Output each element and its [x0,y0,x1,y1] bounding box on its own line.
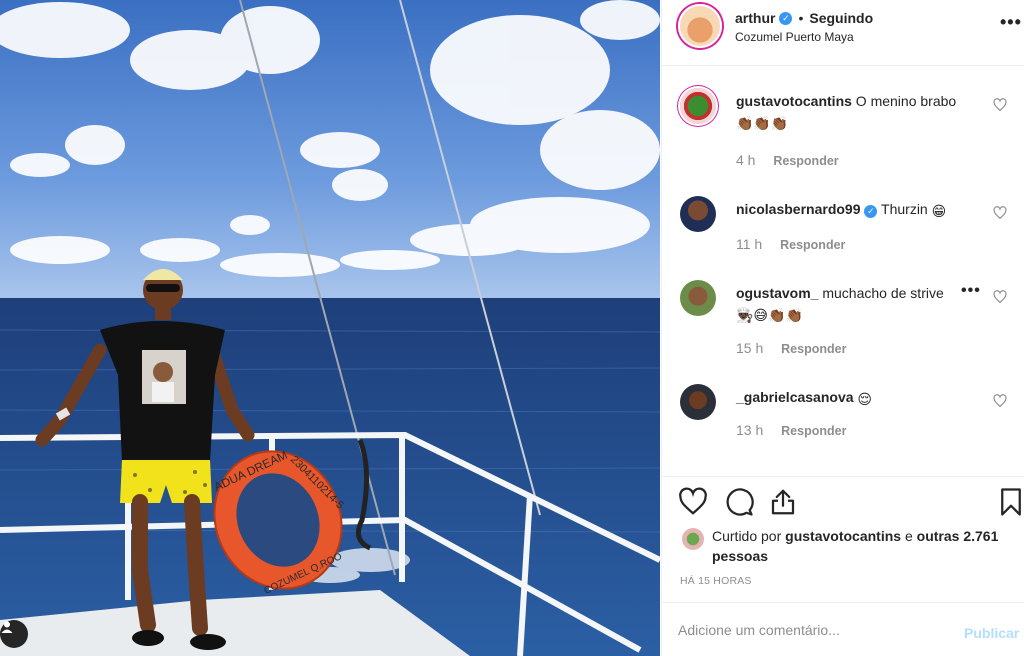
likes-text: Curtido por gustavotocantins e outras 2.… [712,526,1012,566]
comment-meta: 11 h Responder [736,236,845,252]
person-icon [1,621,13,633]
post-sidebar: arthur ✓ • Seguindo Cozumel Puerto Maya … [661,0,1024,656]
comment-username[interactable]: gustavotocantins [736,93,852,109]
comment-composer: Publicar [662,602,1024,656]
comment-body: O menino brabo [855,93,957,109]
comment-body: Thurzin [881,201,928,217]
like-comment-heart-icon[interactable] [993,98,1007,112]
publish-button[interactable]: Publicar [964,625,1019,641]
comments-list[interactable]: gustavotocantins O menino brabo 👏🏾👏🏾👏🏾 4 … [662,66,1024,476]
more-dots-icon[interactable]: ••• [1000,12,1022,33]
author-avatar[interactable] [678,4,722,48]
share-icon[interactable] [768,487,798,517]
follow-status-button[interactable]: Seguindo [809,10,873,26]
post-timestamp[interactable]: HÁ 15 HORAS [680,575,752,587]
comment-time[interactable]: 15 h [736,340,763,356]
comment-bubble-icon[interactable] [724,487,754,517]
author-line: arthur ✓ • Seguindo [735,10,873,26]
comment-username[interactable]: ogustavom_ [736,285,818,301]
comment-text: nicolasbernardo99 ✓ Thurzin 😁 [736,199,986,221]
comment-meta: 4 h Responder [736,152,839,168]
comment-emojis: 😁 [931,203,947,219]
like-heart-icon[interactable] [678,487,708,517]
comment-text: ogustavom_ muchacho de strive 👨🏿‍🍳😅👏🏾👏🏾 [736,283,956,325]
comment-time[interactable]: 4 h [736,152,755,168]
commenter-avatar[interactable] [680,384,716,420]
post-actions-bar [662,476,1024,526]
comment-emojis: 😌 [857,391,873,407]
like-comment-heart-icon[interactable] [993,206,1007,220]
comment-emojis: 👏🏾👏🏾👏🏾 [736,115,789,131]
commenter-avatar[interactable] [680,196,716,232]
post-photo[interactable]: ADUA DREAM COZUMEL Q.ROO 2304110214-5 [0,0,660,656]
author-username[interactable]: arthur [735,10,775,26]
post-header: arthur ✓ • Seguindo Cozumel Puerto Maya … [662,0,1024,66]
post-location[interactable]: Cozumel Puerto Maya [735,30,854,44]
photo-scene: ADUA DREAM COZUMEL Q.ROO 2304110214-5 [0,0,660,656]
reply-button[interactable]: Responder [773,154,838,168]
comment-text: _gabrielcasanova 😌 [736,387,986,409]
likes-connector: e [904,528,913,544]
comment-time[interactable]: 11 h [736,236,762,252]
like-comment-heart-icon[interactable] [993,394,1007,408]
comment-username[interactable]: nicolasbernardo99 [736,201,861,217]
comment-time[interactable]: 13 h [736,422,763,438]
likes-top-user[interactable]: gustavotocantins [785,528,901,544]
commenter-avatar[interactable] [680,280,716,316]
comment-input[interactable] [678,619,938,641]
commenter-avatar[interactable] [680,88,716,124]
liker-avatar[interactable] [682,528,704,550]
like-comment-heart-icon[interactable] [993,290,1007,304]
verified-badge-icon: ✓ [779,11,793,25]
separator-dot: • [798,10,804,26]
likes-summary: Curtido por gustavotocantins e outras 2.… [662,526,1024,570]
comment-meta: 13 h Responder [736,422,846,438]
reply-button[interactable]: Responder [780,238,845,252]
comment-meta: 15 h Responder [736,340,846,356]
comment-body: muchacho de strive [822,285,944,301]
likes-prefix: Curtido por [712,528,782,544]
verified-badge-icon: ✓ [864,205,878,218]
comment-username[interactable]: _gabrielcasanova [736,389,854,405]
bookmark-icon[interactable] [996,487,1024,517]
comment-text: gustavotocantins O menino brabo 👏🏾👏🏾👏🏾 [736,91,986,133]
reply-button[interactable]: Responder [781,342,846,356]
comment-options-icon[interactable]: ••• [961,282,981,300]
tagged-users-button[interactable] [0,620,28,648]
comment-emojis: 👨🏿‍🍳😅👏🏾👏🏾 [736,307,803,323]
reply-button[interactable]: Responder [781,424,846,438]
